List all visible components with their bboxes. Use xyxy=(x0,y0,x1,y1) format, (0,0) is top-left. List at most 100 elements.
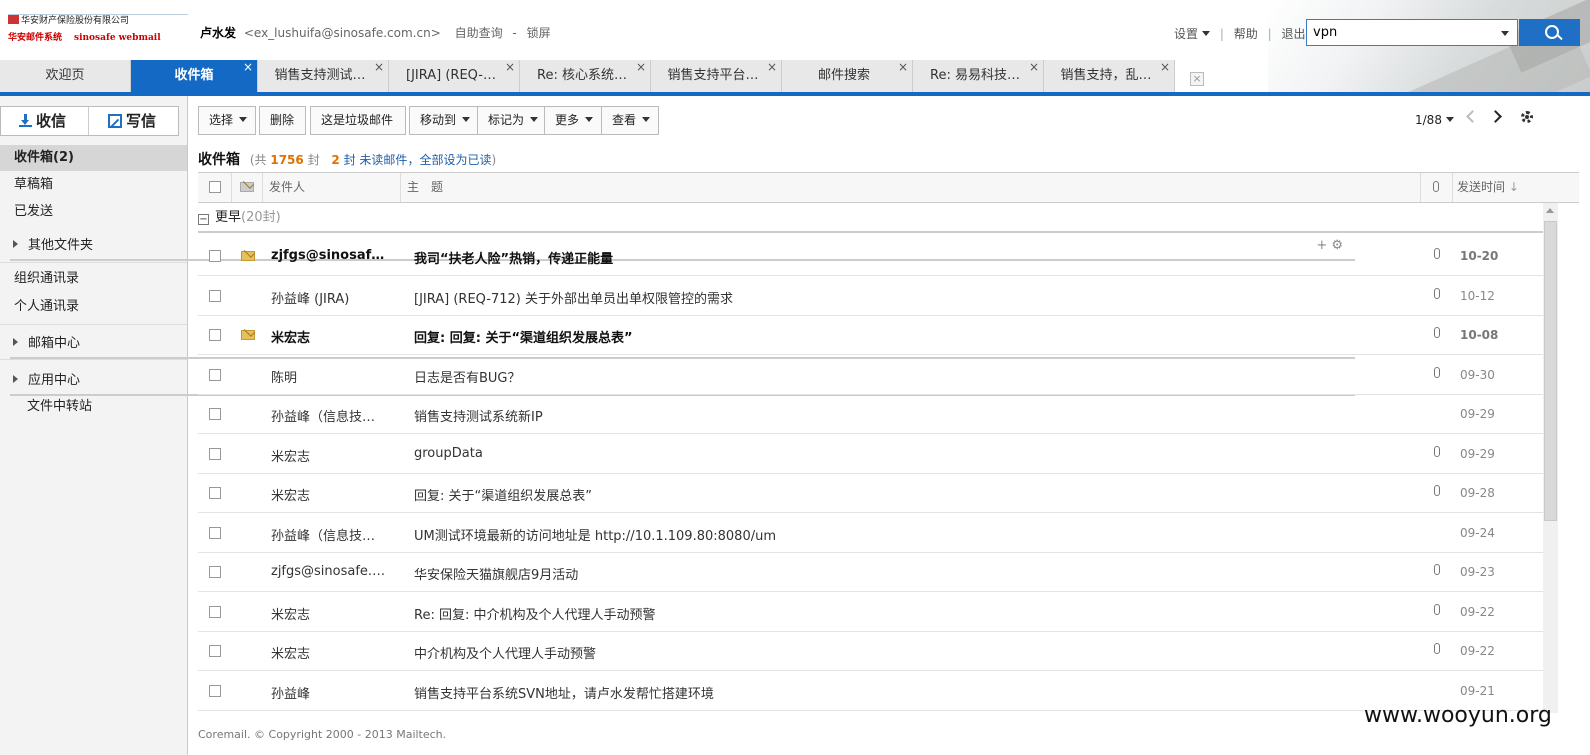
sender[interactable]: 米宏志 xyxy=(271,446,391,465)
subject[interactable]: 回复: 关于“渠道组织发展总表” xyxy=(414,485,592,504)
sidebar-item-drafts[interactable]: 草稿箱 xyxy=(0,172,187,198)
table-row[interactable]: zjfgs@sinosaf… 我司“扶老人险”热销，传递正能量 10-20 xyxy=(198,236,1543,276)
subject[interactable]: [JIRA] (REQ-712) 关于外部出单员出单权限管控的需求 xyxy=(414,288,733,307)
close-icon[interactable]: × xyxy=(505,60,515,83)
close-icon[interactable]: × xyxy=(1160,60,1170,83)
table-row[interactable]: 孙益峰 (JIRA) [JIRA] (REQ-712) 关于外部出单员出单权限管控… xyxy=(198,276,1543,316)
search-dropdown-icon[interactable] xyxy=(1501,31,1509,36)
close-icon[interactable]: × xyxy=(374,60,384,83)
table-row[interactable]: 米宏志 groupData 09-29 xyxy=(198,434,1543,474)
table-row[interactable]: 米宏志 回复: 关于“渠道组织发展总表” 09-28 xyxy=(198,473,1543,513)
sender[interactable]: 米宏志 xyxy=(271,485,391,504)
row-checkbox[interactable] xyxy=(209,526,221,539)
spam-button[interactable]: 这是垃圾邮件 xyxy=(310,106,406,135)
compose-button[interactable]: 写信 xyxy=(90,107,178,135)
table-row[interactable]: 孙益峰 销售支持平台系统SVN地址，请卢水发帮忙搭建环境 09-21 xyxy=(198,671,1543,711)
subject[interactable]: 日志是否有BUG？ xyxy=(414,367,521,386)
sender[interactable]: 米宏志 xyxy=(271,327,391,346)
settings-link[interactable]: 设置 xyxy=(1174,27,1211,41)
subject[interactable]: 回复: 回复: 关于“渠道组织发展总表” xyxy=(414,327,633,346)
sidebar-item-personal-contacts[interactable]: 个人通讯录 xyxy=(0,294,187,320)
close-icon[interactable]: × xyxy=(898,60,908,83)
unread-link[interactable]: 封 未读邮件 xyxy=(344,153,408,167)
lock-screen-link[interactable]: 锁屏 xyxy=(527,26,551,40)
collapse-icon[interactable]: − xyxy=(198,214,209,225)
sender[interactable]: 米宏志 xyxy=(271,643,391,662)
subject[interactable]: UM测试环境最新的访问地址是 http://10.1.109.80:8080/u… xyxy=(414,525,776,544)
row-checkbox[interactable] xyxy=(209,447,221,460)
tab-email-1[interactable]: 销售支持测试… × xyxy=(258,60,389,92)
more-button[interactable]: 更多 xyxy=(544,106,602,135)
sender[interactable]: 孙益峰（信息技… xyxy=(271,525,391,544)
from-column-header[interactable]: 发件人 xyxy=(263,173,401,202)
subject-column-header[interactable]: 主 题 xyxy=(401,173,1421,202)
sender[interactable]: 孙益峰 (JIRA) xyxy=(271,288,391,307)
sender[interactable]: zjfgs@sinosaf… xyxy=(271,248,391,263)
subject[interactable]: 中介机构及个人代理人手动预警 xyxy=(414,643,596,662)
tab-email-5[interactable]: Re: 易易科技… × xyxy=(913,60,1044,92)
move-to-button[interactable]: 移动到 xyxy=(409,106,478,135)
close-icon[interactable]: × xyxy=(767,60,777,83)
select-all-checkbox[interactable] xyxy=(198,173,232,202)
row-checkbox[interactable] xyxy=(209,250,221,262)
attachment-column-header[interactable] xyxy=(1421,173,1453,202)
sender[interactable]: zjfgs@sinosafe.c… xyxy=(271,564,391,579)
sidebar-item-org-contacts[interactable]: 组织通讯录 xyxy=(0,266,187,292)
page-indicator[interactable]: 1/88 xyxy=(1415,113,1454,127)
help-link[interactable]: 帮助 xyxy=(1234,27,1258,41)
close-all-tabs-icon[interactable]: × xyxy=(1190,72,1204,86)
sidebar-item-file-transfer[interactable]: 文件中转站 xyxy=(0,394,187,420)
sidebar-item-inbox[interactable]: 收件箱(2) xyxy=(0,145,187,171)
table-row[interactable]: 孙益峰（信息技… 销售支持测试系统新IP 09-29 xyxy=(198,394,1543,434)
close-icon[interactable]: × xyxy=(636,60,646,83)
next-page-icon[interactable] xyxy=(1489,110,1502,123)
gear-icon[interactable] xyxy=(1521,111,1533,123)
tab-email-3[interactable]: Re: 核心系统… × xyxy=(520,60,651,92)
row-checkbox[interactable] xyxy=(209,487,221,499)
row-checkbox[interactable] xyxy=(209,566,221,578)
scroll-thumb[interactable] xyxy=(1544,221,1557,521)
receive-button[interactable]: 收信 xyxy=(1,107,89,135)
subject[interactable]: 华安保险天猫旗舰店9月活动 xyxy=(414,564,578,583)
sender[interactable]: 孙益峰（信息技… xyxy=(271,406,391,425)
table-row[interactable]: zjfgs@sinosafe.c… 华安保险天猫旗舰店9月活动 09-23 xyxy=(198,552,1543,592)
mark-all-read-link[interactable]: ，全部设为已读 xyxy=(407,153,491,167)
table-row[interactable]: 米宏志 中介机构及个人代理人手动预警 09-22 xyxy=(198,631,1543,671)
row-checkbox[interactable] xyxy=(209,605,221,618)
tab-email-6[interactable]: 销售支持，乱… × xyxy=(1044,60,1175,92)
view-button[interactable]: 查看 xyxy=(601,106,659,135)
close-icon[interactable]: × xyxy=(243,60,253,83)
row-checkbox[interactable] xyxy=(209,368,221,381)
date-column-header[interactable]: 发送时间 ↓ xyxy=(1453,173,1573,202)
row-checkbox[interactable] xyxy=(209,408,221,420)
close-icon[interactable]: × xyxy=(1029,60,1039,83)
sender[interactable]: 陈明 xyxy=(271,367,391,386)
table-row[interactable]: 米宏志 Re: 回复: 中介机构及个人代理人手动预警 09-22 xyxy=(198,592,1543,632)
row-checkbox[interactable] xyxy=(209,289,221,302)
table-row[interactable]: 孙益峰（信息技… UM测试环境最新的访问地址是 http://10.1.109.8… xyxy=(198,513,1543,553)
tab-inbox[interactable]: 收件箱 × xyxy=(131,60,258,92)
subject[interactable]: Re: 回复: 中介机构及个人代理人手动预警 xyxy=(414,604,655,623)
subject[interactable]: 销售支持测试系统新IP xyxy=(414,406,543,425)
row-checkbox[interactable] xyxy=(209,329,221,341)
sidebar-item-sent[interactable]: 已发送 xyxy=(0,199,187,225)
scroll-up-icon[interactable] xyxy=(1546,208,1554,213)
subject[interactable]: 销售支持平台系统SVN地址，请卢水发帮忙搭建环境 xyxy=(414,683,714,702)
row-checkbox[interactable] xyxy=(209,684,221,697)
self-query-link[interactable]: 自助查询 xyxy=(455,26,503,40)
subject[interactable]: 我司“扶老人险”热销，传递正能量 xyxy=(414,248,613,267)
sender[interactable]: 米宏志 xyxy=(271,604,391,623)
select-button[interactable]: 选择 xyxy=(198,106,256,135)
tab-email-4[interactable]: 销售支持平台… × xyxy=(651,60,782,92)
mark-as-button[interactable]: 标记为 xyxy=(477,106,545,135)
logout-link[interactable]: 退出 xyxy=(1281,27,1305,41)
read-status-header[interactable] xyxy=(232,173,263,202)
subject[interactable]: groupData xyxy=(414,446,483,461)
prev-page-icon[interactable] xyxy=(1466,110,1479,123)
sender[interactable]: 孙益峰 xyxy=(271,683,391,702)
tab-email-2[interactable]: [JIRA] (REQ-… × xyxy=(389,60,520,92)
tab-mail-search[interactable]: 邮件搜索 × xyxy=(782,60,913,92)
tab-welcome[interactable]: 欢迎页 xyxy=(0,60,131,92)
search-input[interactable] xyxy=(1313,25,1493,40)
row-checkbox[interactable] xyxy=(209,645,221,657)
